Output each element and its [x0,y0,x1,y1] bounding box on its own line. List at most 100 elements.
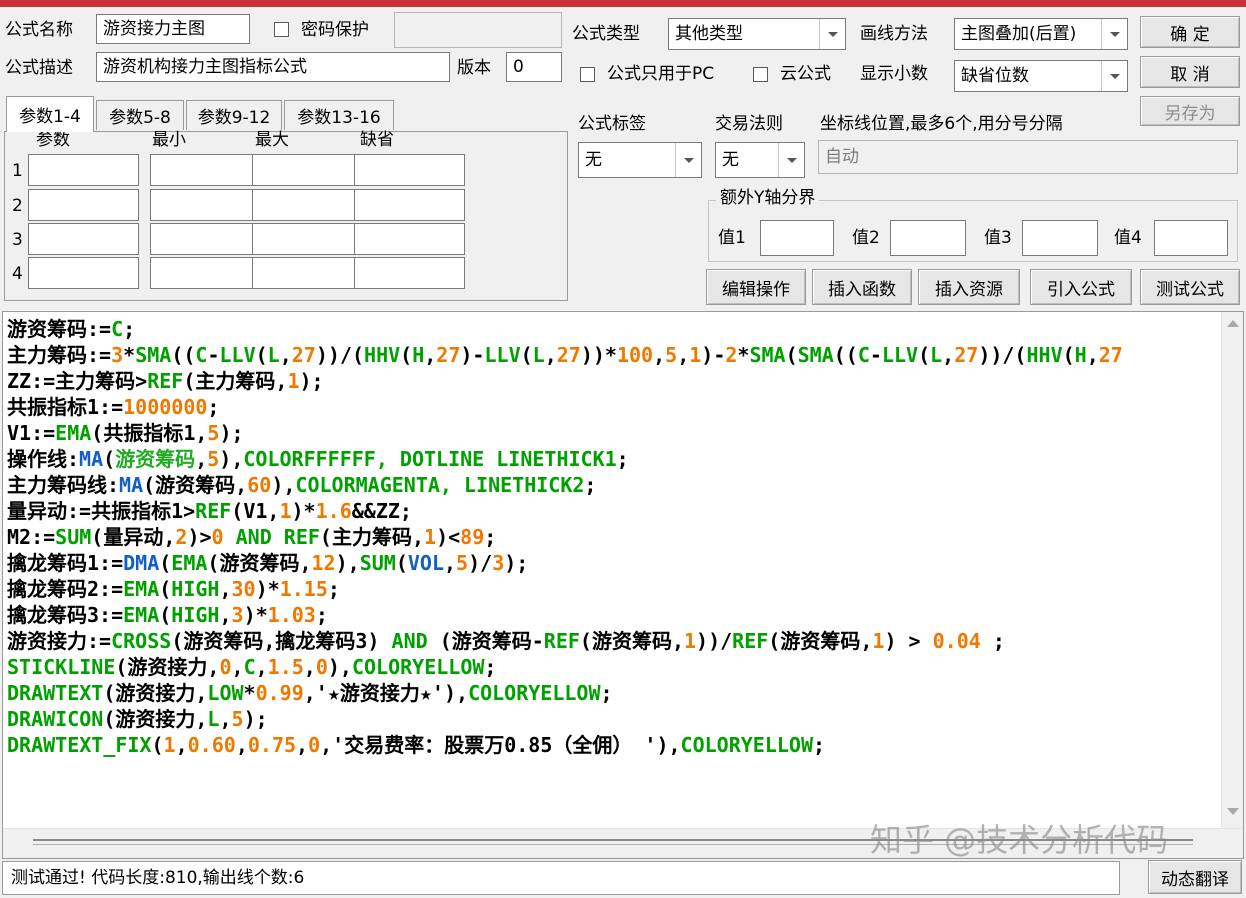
password-input[interactable] [394,12,562,48]
param-2-min-input[interactable] [150,189,261,221]
draw-method-label: 画线方法 [860,24,928,44]
param-2-name-input[interactable] [28,189,139,221]
code-token: 5 [665,343,678,367]
param-3-name-input[interactable] [28,223,139,255]
insert-resource-button[interactable]: 插入资源 [918,269,1020,305]
pc-only-label: 公式只用于PC [607,64,715,84]
param-1-max-input[interactable] [252,154,363,186]
code-token: EMA [123,603,160,627]
code-line[interactable]: V1:=EMA(共振指标1,5); [7,420,1219,446]
formula-type-dropdown-button[interactable] [819,19,845,49]
param-3-min-input[interactable] [150,223,261,255]
axis-lines-label: 坐标线位置,最多6个,用分号分隔 [820,114,1063,134]
tab-params-13-16[interactable]: 参数13-16 [284,100,394,130]
code-token: )/ [468,551,493,575]
cloud-formula-checkbox[interactable] [753,67,768,82]
tab-params-1-4[interactable]: 参数1-4 [6,96,94,132]
code-line[interactable]: 主力筹码线:MA(游资筹码,60),COLORMAGENTA, LINETHIC… [7,472,1219,498]
param-1-min-input[interactable] [150,154,261,186]
code-token: 擒龙筹码2:= [7,577,124,601]
param-2-max-input[interactable] [252,189,363,221]
tab-params-5-8[interactable]: 参数5-8 [96,100,184,130]
formula-type-select[interactable]: 其他类型 [668,18,846,50]
code-token: 5 [231,707,244,731]
scroll-up-icon[interactable] [1227,320,1239,327]
param-1-default-input[interactable] [354,154,465,186]
param-1-name-input[interactable] [28,154,139,186]
code-token: 游资筹码:= [7,317,112,341]
cancel-button[interactable]: 取 消 [1140,56,1240,88]
code-line[interactable]: 共振指标1:=1000000; [7,394,1219,420]
code-token: SUM [359,551,396,575]
code-line[interactable]: 量异动:=共振指标1>REF(V1,1)*1.6&&ZZ; [7,498,1219,524]
code-token: ( [785,343,798,367]
code-line[interactable]: DRAWTEXT_FIX(1,0.60,0.75,0,'交易费率：股票万0.85… [7,732,1219,758]
code-line[interactable]: 主力筹码:=3*SMA((C-LLV(L,27))/(HHV(H,27)-LLV… [7,342,1219,368]
y-value-1-input[interactable] [760,220,834,256]
code-line[interactable]: STICKLINE(游资接力,0,C,1.5,0),COLORYELLOW; [7,654,1219,680]
formula-tag-label: 公式标签 [578,114,646,134]
code-line[interactable]: 游资接力:=CROSS(游资筹码,擒龙筹码3) AND (游资筹码-REF(游资… [7,628,1219,654]
code-token: ) > [884,629,933,653]
code-token: SMA [135,343,172,367]
param-4-name-input[interactable] [28,257,139,289]
code-line[interactable]: 擒龙筹码3:=EMA(HIGH,3)*1.03; [7,602,1219,628]
pc-only-checkbox[interactable] [580,67,595,82]
param-3-default-input[interactable] [354,223,465,255]
code-token: 0 [219,655,232,679]
code-token: ( [520,343,533,367]
code-line[interactable]: ZZ:=主力筹码>REF(主力筹码,1); [7,368,1219,394]
code-line[interactable]: 游资筹码:=C; [7,316,1219,342]
decimals-select[interactable]: 缺省位数 [954,60,1128,92]
param-4-default-input[interactable] [354,257,465,289]
formula-type-label: 公式类型 [572,24,640,44]
scroll-down-icon[interactable] [1227,808,1239,815]
code-line[interactable]: DRAWTEXT(游资接力,LOW*0.99,'★游资接力★'),COLORYE… [7,680,1219,706]
code-token: 89 [460,525,485,549]
insert-function-button[interactable]: 插入函数 [812,269,912,305]
formula-tag-dropdown-button[interactable] [675,143,701,177]
version-input[interactable]: 0 [506,52,562,82]
code-token: ))* [580,343,617,367]
y-value-2-input[interactable] [890,220,966,256]
code-token: LLV [484,343,521,367]
param-2-default-input[interactable] [354,189,465,221]
edit-operations-button[interactable]: 编辑操作 [706,269,806,305]
ok-button[interactable]: 确 定 [1140,16,1240,48]
import-formula-button[interactable]: 引入公式 [1030,269,1132,305]
decimals-dropdown-button[interactable] [1101,61,1127,91]
param-4-min-input[interactable] [150,257,261,289]
y-value-3-input[interactable] [1022,220,1098,256]
code-editor[interactable]: 游资筹码:=C; 主力筹码:=3*SMA((C-LLV(L,27))/(HHV(H… [2,311,1244,859]
password-protect-checkbox[interactable] [274,22,289,37]
code-line[interactable]: M2:=SUM(量异动,2)>0 AND REF(主力筹码,1)<89; [7,524,1219,550]
formula-desc-input[interactable]: 游资机构接力主图指标公式 [96,52,450,82]
code-token: , [279,343,292,367]
trade-rule-select[interactable]: 无 [715,142,805,178]
code-line[interactable]: 擒龙筹码1:=DMA(EMA(游资筹码,12),SUM(VOL,5)/3); [7,550,1219,576]
code-line[interactable]: 操作线:MA(游资筹码,5),COLORFFFFFF, DOTLINE LINE… [7,446,1219,472]
param-4-max-input[interactable] [252,257,363,289]
code-token: COLORFFFFFF, DOTLINE LINETHICK1 [243,447,617,471]
code-text[interactable]: 游资筹码:=C; 主力筹码:=3*SMA((C-LLV(L,27))/(HHV(H… [7,316,1219,758]
code-token: C [195,343,208,367]
code-token: MA [79,447,104,471]
test-formula-button[interactable]: 测试公式 [1140,269,1240,305]
code-line[interactable]: 擒龙筹码2:=EMA(HIGH,30)*1.15; [7,576,1219,602]
save-as-button[interactable]: 另存为 [1140,96,1240,126]
tab-params-9-12[interactable]: 参数9-12 [186,100,282,130]
code-line[interactable]: DRAWICON(游资接力,L,5); [7,706,1219,732]
param-3-max-input[interactable] [252,223,363,255]
trade-rule-dropdown-button[interactable] [778,143,804,177]
dynamic-translate-button[interactable]: 动态翻译 [1148,860,1242,894]
axis-lines-input[interactable]: 自动 [818,140,1238,174]
y-value-2-label: 值2 [852,228,880,248]
code-token: ,'交易费率：股票万0.85（全佣） '), [320,733,681,757]
code-token: * [737,343,750,367]
draw-method-dropdown-button[interactable] [1101,19,1127,49]
draw-method-select[interactable]: 主图叠加(后置) [954,18,1128,50]
y-value-4-input[interactable] [1154,220,1228,256]
vertical-scrollbar[interactable] [1221,312,1243,830]
formula-name-input[interactable]: 游资接力主图 [96,14,250,44]
formula-tag-select[interactable]: 无 [578,142,702,178]
